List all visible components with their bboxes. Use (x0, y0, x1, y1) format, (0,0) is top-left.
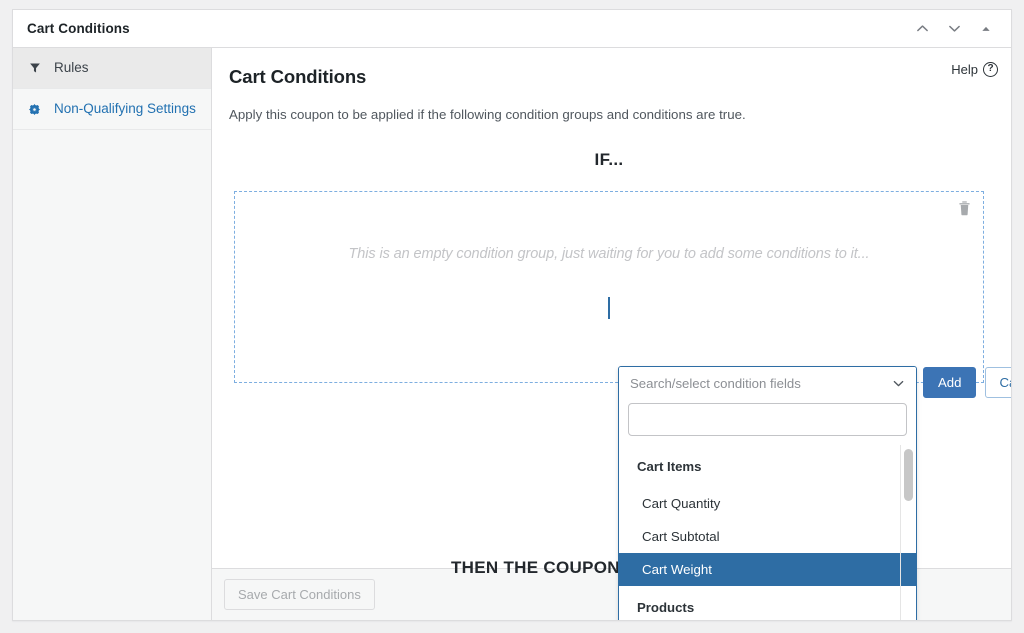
main-scroll-area: Help ? Cart Conditions Apply this coupon… (212, 48, 1011, 620)
condition-field-dropdown: Search/select condition fields Cart Item… (618, 366, 917, 620)
help-icon: ? (983, 62, 998, 77)
option-cart-weight[interactable]: Cart Weight (619, 553, 916, 586)
group-connector-line (608, 297, 610, 319)
condition-field-option-list[interactable]: Cart Items Cart Quantity Cart Subtotal C… (619, 444, 916, 620)
option-group-products: Products (637, 600, 695, 615)
cart-conditions-panel: Cart Conditions Rules Non-Qualifying Set… (12, 9, 1012, 621)
trash-icon[interactable] (957, 200, 972, 221)
sidebar-item-rules[interactable]: Rules (13, 48, 211, 89)
sidebar-item-non-qualifying-settings[interactable]: Non-Qualifying Settings (13, 89, 211, 130)
gear-icon (27, 103, 42, 116)
funnel-icon (27, 62, 42, 74)
empty-group-message: This is an empty condition group, just w… (348, 246, 870, 262)
option-list-scrollbar-thumb[interactable] (904, 449, 913, 501)
option-cart-quantity[interactable]: Cart Quantity (619, 487, 916, 520)
condition-group: This is an empty condition group, just w… (234, 191, 984, 383)
main-content: Help ? Cart Conditions Apply this coupon… (212, 48, 1011, 620)
option-group-cart-items: Cart Items (637, 459, 702, 474)
sidebar-item-label-rules: Rules (54, 60, 89, 76)
cancel-button[interactable]: Cancel (985, 367, 1011, 398)
panel-body: Rules Non-Qualifying Settings Help ? Car… (13, 48, 1011, 620)
page-title: Cart Conditions (229, 66, 367, 87)
scrollbar-divider (900, 445, 901, 620)
add-button[interactable]: Add (923, 367, 977, 398)
page-description: Apply this coupon to be applied if the f… (229, 107, 746, 122)
save-cart-conditions-button[interactable]: Save Cart Conditions (224, 579, 375, 610)
condition-field-combobox[interactable]: Search/select condition fields (619, 367, 916, 400)
panel-titlebar: Cart Conditions (13, 10, 1011, 48)
move-up-icon[interactable] (907, 14, 937, 44)
chevron-down-icon[interactable] (891, 376, 906, 391)
move-down-icon[interactable] (939, 14, 969, 44)
help-link[interactable]: Help ? (951, 62, 998, 77)
condition-field-search-input[interactable] (628, 403, 907, 436)
help-label: Help (951, 62, 978, 77)
collapse-icon[interactable] (971, 14, 1001, 44)
option-cart-subtotal[interactable]: Cart Subtotal (619, 520, 916, 553)
titlebar-actions (907, 14, 1001, 44)
combobox-placeholder-text: Search/select condition fields (630, 376, 801, 391)
dropdown-search-row (619, 400, 916, 444)
settings-sidebar: Rules Non-Qualifying Settings (13, 48, 212, 620)
condition-actions: Add Cancel (923, 367, 1011, 398)
panel-title: Cart Conditions (27, 21, 130, 36)
if-label: IF... (594, 150, 624, 169)
sidebar-item-label-non-qualifying-settings: Non-Qualifying Settings (54, 101, 196, 117)
